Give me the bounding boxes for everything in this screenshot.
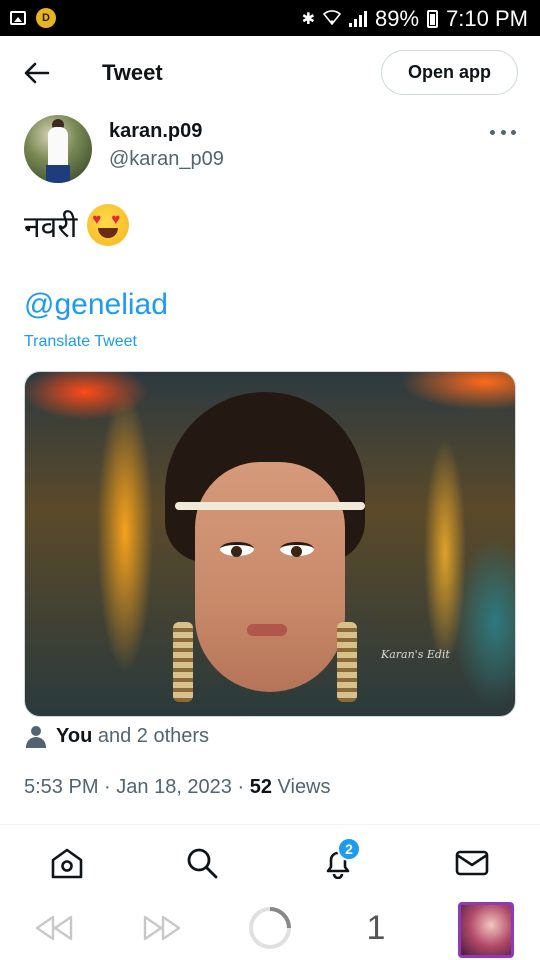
fast-forward-icon[interactable] bbox=[140, 907, 184, 949]
portrait-figure bbox=[165, 392, 365, 712]
tweet-image[interactable]: Karan's Edit bbox=[24, 371, 516, 717]
bottom-nav: 2 bbox=[0, 825, 540, 897]
likes-others: and 2 others bbox=[97, 725, 210, 747]
system-bar: 1 bbox=[0, 897, 540, 960]
likes-row[interactable]: You and 2 others bbox=[26, 725, 209, 748]
battery-percent: 89% bbox=[375, 6, 420, 31]
status-bar: D ✱ 89% 7:10 PM bbox=[0, 0, 540, 36]
app-thumbnail[interactable] bbox=[458, 902, 514, 958]
bluetooth-icon: ✱ bbox=[301, 11, 316, 28]
tweet-text: नवरी ♥ ♥ bbox=[24, 204, 130, 246]
tweet-meta: 5:53 PM · Jan 18, 2023 · 52 Views bbox=[24, 776, 331, 798]
author-handle[interactable]: @karan_p09 bbox=[109, 148, 224, 171]
tweet-text-content: नवरी bbox=[24, 210, 78, 244]
mention-link[interactable]: @geneliad bbox=[24, 288, 168, 322]
views-label: Views bbox=[277, 776, 331, 798]
wifi-icon bbox=[322, 9, 342, 30]
search-icon[interactable] bbox=[182, 843, 222, 883]
gallery-icon bbox=[10, 11, 26, 25]
messages-icon[interactable] bbox=[452, 843, 492, 883]
coin-icon: D bbox=[36, 8, 56, 28]
translate-tweet-link[interactable]: Translate Tweet bbox=[24, 333, 137, 351]
back-arrow-icon[interactable] bbox=[22, 58, 52, 88]
avatar-legs bbox=[46, 165, 70, 183]
rewind-icon[interactable] bbox=[32, 907, 76, 949]
signal-icon bbox=[349, 11, 368, 27]
open-app-button[interactable]: Open app bbox=[381, 50, 518, 95]
page-number[interactable]: 1 bbox=[360, 907, 392, 949]
avatar[interactable] bbox=[24, 115, 92, 183]
views-count: 52 bbox=[249, 776, 272, 798]
notifications-badge: 2 bbox=[337, 837, 361, 861]
author-name[interactable]: karan.p09 bbox=[109, 120, 202, 143]
battery-icon bbox=[427, 10, 439, 28]
person-icon bbox=[26, 725, 46, 748]
status-right-icons: ✱ 89% 7:10 PM bbox=[302, 6, 528, 32]
clock: 7:10 PM bbox=[446, 6, 528, 31]
header: Tweet Open app bbox=[0, 36, 540, 110]
page-title: Tweet bbox=[102, 60, 163, 85]
more-options-icon[interactable] bbox=[490, 124, 516, 140]
tweet-time: 5:53 PM bbox=[24, 776, 99, 798]
status-left-icons: D bbox=[10, 8, 56, 28]
image-watermark: Karan's Edit bbox=[381, 648, 450, 661]
likes-you: You bbox=[56, 725, 93, 747]
tweet-date: Jan 18, 2023 bbox=[116, 776, 232, 798]
heart-eyes-emoji-icon: ♥ ♥ bbox=[87, 204, 130, 246]
home-icon[interactable] bbox=[47, 843, 87, 883]
loading-spinner-icon bbox=[246, 907, 294, 949]
